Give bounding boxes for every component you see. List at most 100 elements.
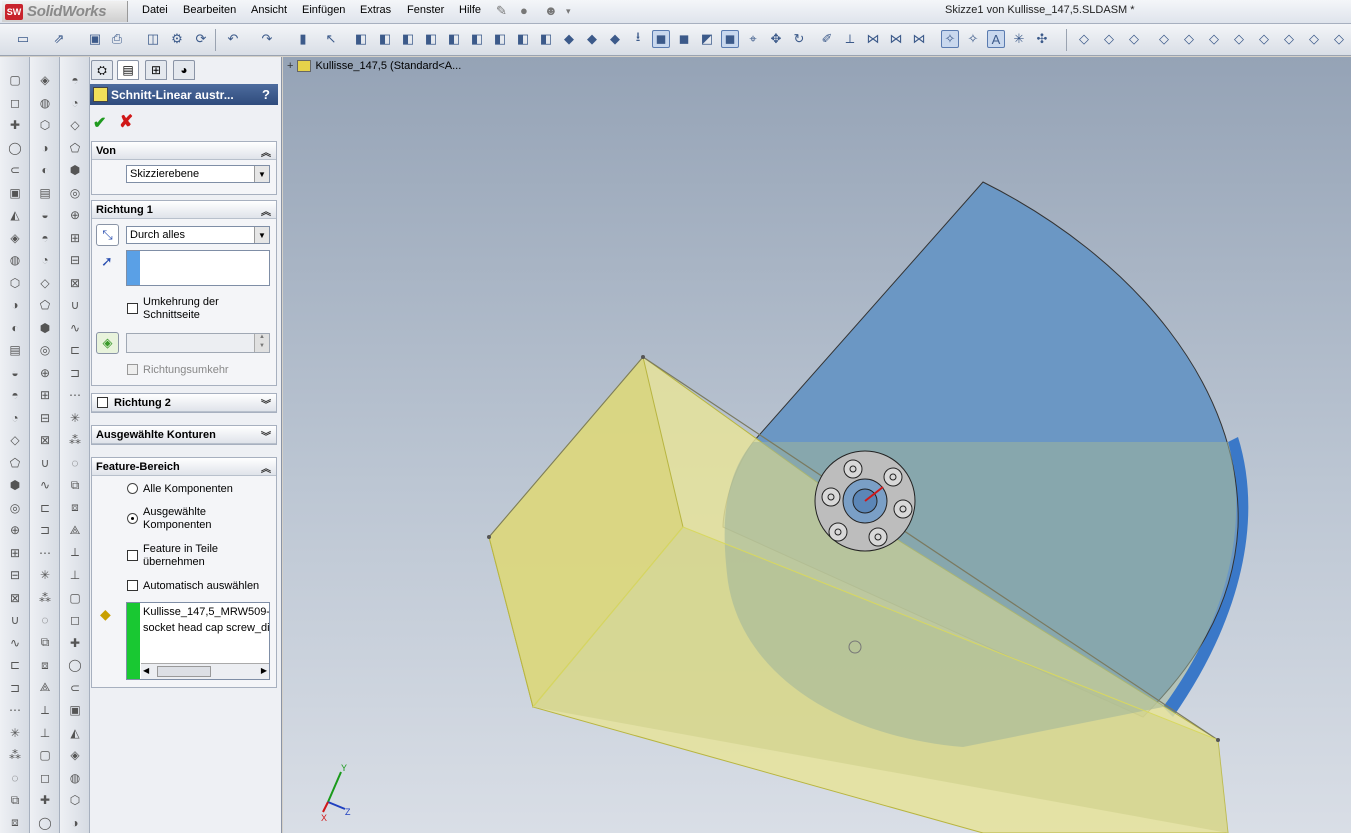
auto-select-checkbox[interactable] [127, 580, 138, 591]
group-richtung2-header[interactable]: Richtung 2 ︾ [92, 394, 276, 412]
group-von-header[interactable]: Von ︽ [92, 142, 276, 160]
command-tool-icon[interactable]: ∪ [6, 611, 24, 629]
radio-all-components[interactable] [127, 483, 138, 494]
command-tool-icon[interactable]: ◭ [66, 724, 84, 742]
command-tool-icon[interactable]: ◑ [66, 814, 84, 832]
command-tool-icon[interactable]: ◒ [36, 206, 54, 224]
view-bottom-icon[interactable]: ◧ [468, 30, 486, 48]
expand-icon[interactable]: ︾ [261, 396, 271, 411]
command-tool-icon[interactable]: ◓ [66, 71, 84, 89]
app-logo[interactable]: SW SolidWorks [2, 1, 128, 22]
view-trimetric-icon[interactable]: ◧ [537, 30, 555, 48]
feature-1-icon[interactable]: ◇ [1075, 30, 1093, 48]
command-tool-icon[interactable]: ◍ [66, 769, 84, 787]
command-tool-icon[interactable]: ∿ [36, 476, 54, 494]
rotate-icon[interactable]: ↻ [790, 30, 808, 48]
draft-icon[interactable]: ◈ [96, 332, 119, 354]
save-icon[interactable]: ▣ [86, 30, 104, 48]
command-tool-icon[interactable]: ◎ [6, 499, 24, 517]
command-tool-icon[interactable]: ⧈ [6, 814, 24, 832]
command-tool-icon[interactable]: ∪ [36, 454, 54, 472]
annotations-icon[interactable]: A [987, 30, 1005, 48]
command-tool-icon[interactable]: ◒ [6, 364, 24, 382]
view-iso-icon[interactable]: ◧ [491, 30, 509, 48]
new-document-icon[interactable]: ▭ [14, 30, 32, 48]
command-tool-icon[interactable]: ◇ [66, 116, 84, 134]
command-tool-icon[interactable]: ⊐ [36, 521, 54, 539]
command-tool-icon[interactable]: ⟂ [66, 544, 84, 562]
command-tool-icon[interactable]: ◍ [6, 251, 24, 269]
command-tool-icon[interactable]: ▣ [6, 184, 24, 202]
command-tool-icon[interactable]: ⬡ [6, 274, 24, 292]
command-tool-icon[interactable]: ▢ [36, 746, 54, 764]
ok-button[interactable]: ✔ [93, 113, 106, 133]
menu-datei[interactable]: Datei [142, 4, 168, 16]
command-tool-icon[interactable]: ◯ [66, 656, 84, 674]
community-icon[interactable]: ☻ [544, 3, 558, 18]
command-tool-icon[interactable]: ⬡ [36, 116, 54, 134]
list-item[interactable]: Kullisse_147,5_MRW509-: [143, 606, 269, 619]
command-tool-icon[interactable]: ⧉ [66, 476, 84, 494]
group-feature-bereich-header[interactable]: Feature-Bereich ︽ [92, 458, 276, 476]
flip-side-checkbox[interactable] [127, 303, 138, 314]
command-tool-icon[interactable]: ▤ [36, 184, 54, 202]
command-tool-icon[interactable]: ✚ [36, 791, 54, 809]
view-right-icon[interactable]: ◧ [422, 30, 440, 48]
shaded-icon[interactable]: ◼ [675, 30, 693, 48]
move-comp-icon[interactable]: ⋈ [910, 30, 928, 48]
shaded-edges-icon[interactable]: ◼ [652, 30, 670, 48]
command-tool-icon[interactable]: ⬢ [36, 319, 54, 337]
command-tool-icon[interactable]: ⬢ [66, 161, 84, 179]
command-tool-icon[interactable]: ⋯ [66, 386, 84, 404]
origins-icon[interactable]: ✳ [1010, 30, 1028, 48]
sketch-icon[interactable]: ✐ [818, 30, 836, 48]
section-view-icon[interactable]: ◩ [698, 30, 716, 48]
command-tool-icon[interactable]: ◔ [6, 409, 24, 427]
view-2-icon[interactable]: ◆ [606, 30, 624, 48]
horizontal-scrollbar[interactable]: ◀ ▶ [141, 663, 269, 679]
group-richtung1-header[interactable]: Richtung 1 ︽ [92, 201, 276, 219]
command-tool-icon[interactable]: ⋯ [6, 701, 24, 719]
command-tool-icon[interactable]: ◇ [36, 274, 54, 292]
view-normal-icon[interactable]: ◆ [560, 30, 578, 48]
select-icon[interactable]: ↖ [322, 30, 340, 48]
chevron-down-icon[interactable]: ▾ [566, 6, 571, 17]
command-tool-icon[interactable]: ⊞ [6, 544, 24, 562]
command-tool-icon[interactable]: ◔ [36, 251, 54, 269]
command-tool-icon[interactable]: ◑ [36, 139, 54, 157]
command-tool-icon[interactable]: ⊠ [6, 589, 24, 607]
command-tool-icon[interactable]: ⊥ [66, 566, 84, 584]
mate-icon[interactable]: ⋈ [887, 30, 905, 48]
command-tool-icon[interactable]: ⊠ [66, 274, 84, 292]
cancel-button[interactable]: ✘ [119, 112, 133, 132]
command-tool-icon[interactable]: ✳ [66, 409, 84, 427]
menu-hilfe[interactable]: Hilfe [459, 4, 481, 16]
menu-ansicht[interactable]: Ansicht [251, 4, 287, 16]
view-left-icon[interactable]: ◧ [399, 30, 417, 48]
print-preview-icon[interactable]: ◫ [144, 30, 162, 48]
feature-5-icon[interactable]: ◇ [1180, 30, 1198, 48]
command-tool-icon[interactable]: ✳ [36, 566, 54, 584]
command-tool-icon[interactable]: ⊞ [36, 386, 54, 404]
command-tool-icon[interactable]: ◔ [66, 94, 84, 112]
command-tool-icon[interactable]: ◓ [6, 386, 24, 404]
command-tool-icon[interactable]: ◈ [66, 746, 84, 764]
command-tool-icon[interactable]: ◐ [36, 161, 54, 179]
command-tool-icon[interactable]: ◌ [6, 769, 24, 787]
command-tool-icon[interactable]: ⊏ [66, 341, 84, 359]
feature-11-icon[interactable]: ◇ [1330, 30, 1348, 48]
scroll-left-icon[interactable]: ◀ [143, 666, 149, 675]
relations-icon[interactable]: ⋈ [864, 30, 882, 48]
feature-3-icon[interactable]: ◇ [1125, 30, 1143, 48]
command-tool-icon[interactable]: ◻ [36, 769, 54, 787]
command-tool-icon[interactable]: ◈ [36, 71, 54, 89]
view-dimetric-icon[interactable]: ◧ [514, 30, 532, 48]
planes-icon[interactable]: ✧ [964, 30, 982, 48]
command-tool-icon[interactable]: ◌ [36, 611, 54, 629]
group-konturen-header[interactable]: Ausgewählte Konturen ︾ [92, 426, 276, 444]
temp-axes-icon[interactable]: ✧ [941, 30, 959, 48]
command-tool-icon[interactable]: ▢ [6, 71, 24, 89]
command-tool-icon[interactable]: ◍ [36, 94, 54, 112]
command-tool-icon[interactable]: ◯ [6, 139, 24, 157]
command-tool-icon[interactable]: ✚ [66, 634, 84, 652]
